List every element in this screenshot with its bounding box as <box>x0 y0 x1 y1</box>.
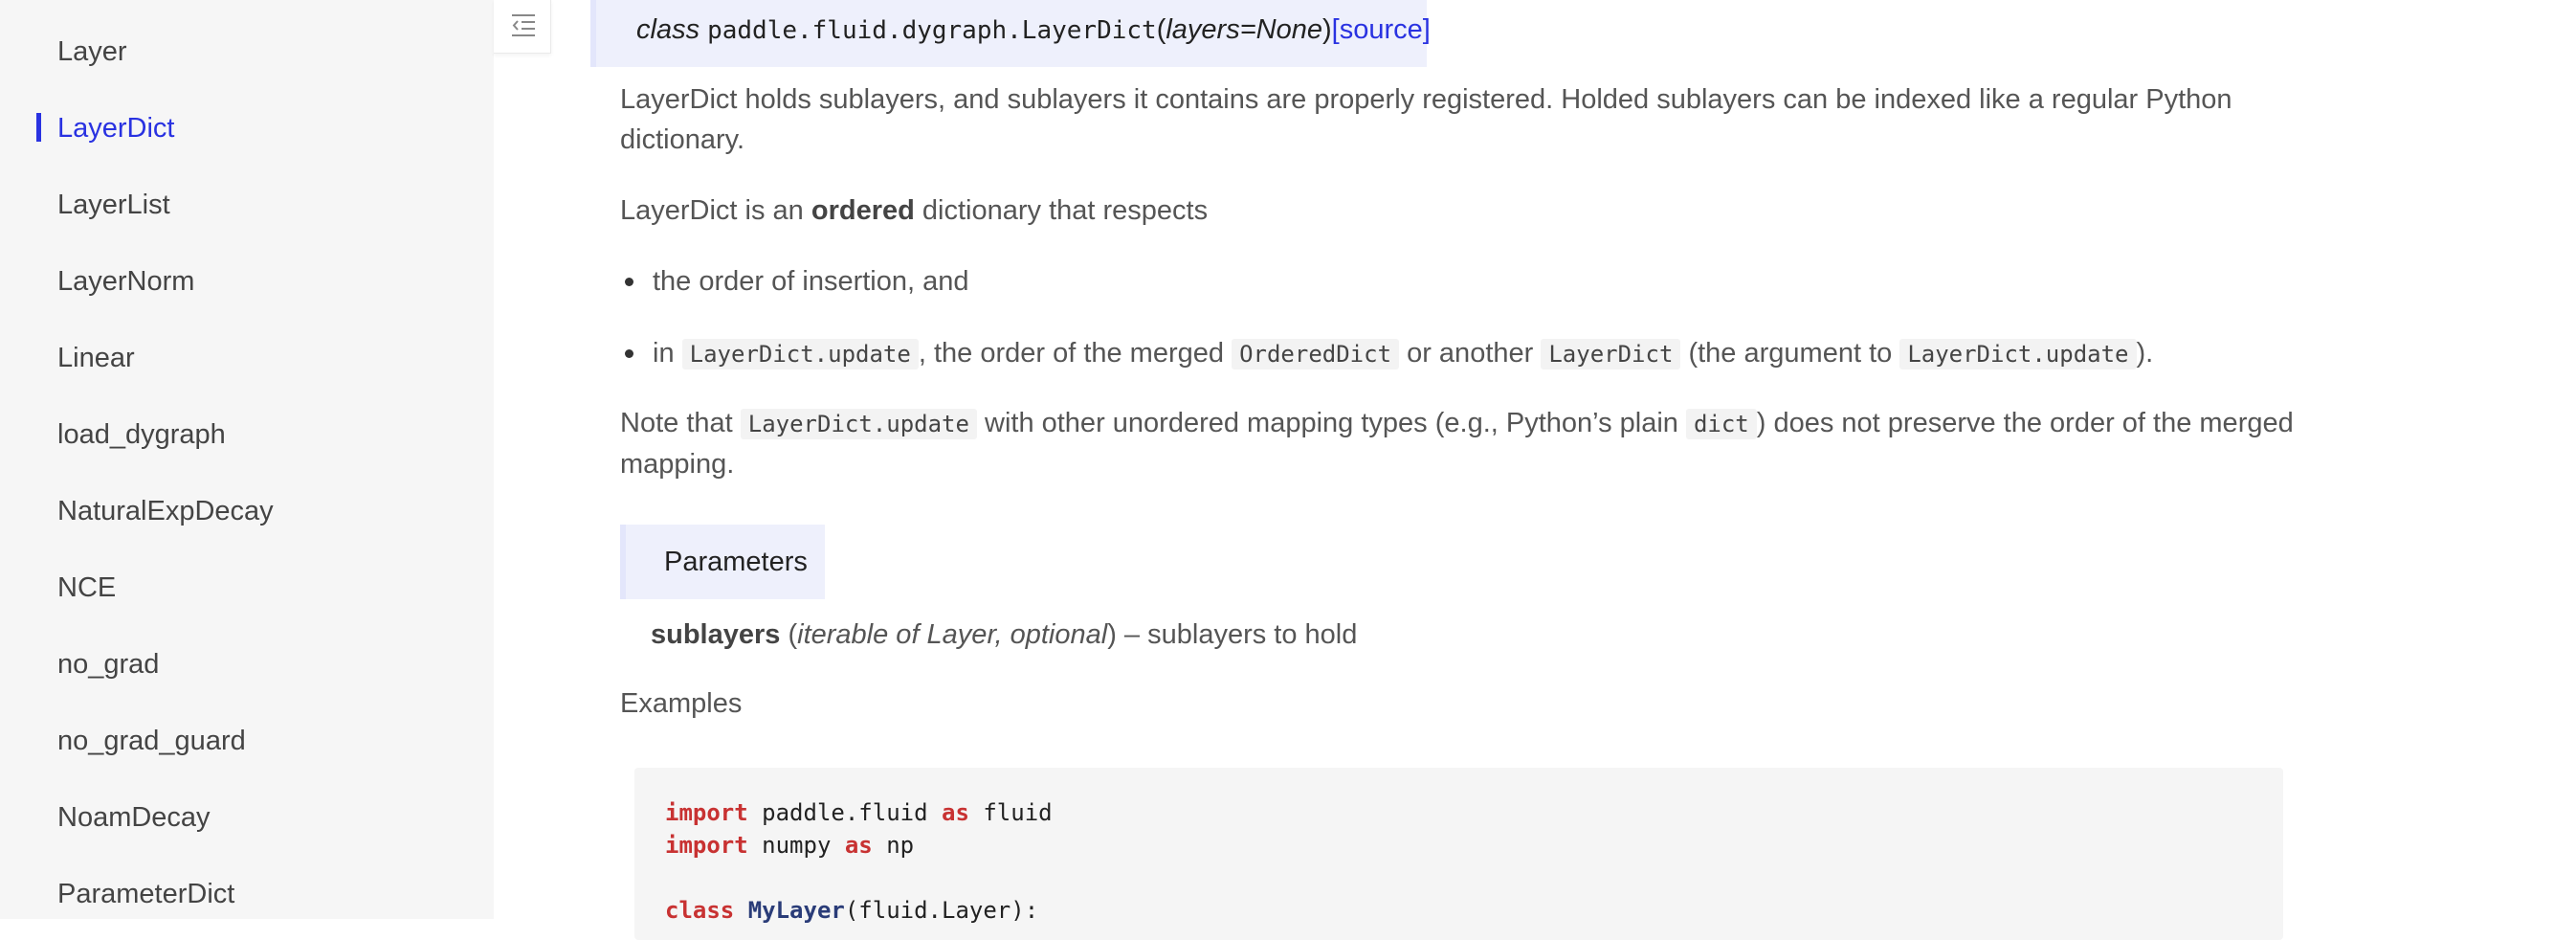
ordered-text-post: dictionary that respects <box>914 195 1209 226</box>
code-text: fluid <box>968 799 1053 826</box>
sidebar-item-layerdict[interactable]: LayerDict <box>57 109 175 147</box>
ordered-bold: ordered <box>811 195 915 226</box>
sidebar-item-load-dygraph[interactable]: load_dygraph <box>57 415 226 454</box>
class-signature: class paddle.fluid.dygraph.LayerDict(laye… <box>590 0 1431 67</box>
parameter-entry: sublayers (iterable of Layer, optional) … <box>651 619 1358 650</box>
code-line: class MyLayer(fluid.Layer): <box>665 894 2283 927</box>
sidebar-item-noamdecay[interactable]: NoamDecay <box>57 798 211 837</box>
list-item: in LayerDict.update, the order of the me… <box>620 333 2438 374</box>
inline-code: LayerDict.update <box>740 409 977 439</box>
code-keyword: as <box>844 832 873 859</box>
main-content: class paddle.fluid.dygraph.LayerDict(laye… <box>551 0 2576 940</box>
code-text: np <box>872 832 915 859</box>
code-keyword: as <box>942 799 969 826</box>
list-item: the order of insertion, and <box>620 261 2438 302</box>
note-text: with other unordered mapping types (e.g.… <box>976 408 1686 438</box>
code-class-name: MyLayer <box>747 897 845 924</box>
parameter-description: – sublayers to hold <box>1116 619 1358 650</box>
sidebar-item-parameterdict[interactable]: ParameterDict <box>57 875 234 913</box>
signature-close-paren: ) <box>1321 14 1332 45</box>
ordered-text-pre: LayerDict is an <box>620 195 811 226</box>
source-link[interactable]: [source] <box>1332 14 1431 45</box>
code-text: paddle.fluid <box>747 799 942 826</box>
examples-label: Examples <box>620 688 743 719</box>
sidebar-item-layernorm[interactable]: LayerNorm <box>57 262 194 301</box>
parameter-name: sublayers <box>651 619 781 650</box>
parameter-type: iterable of Layer, optional <box>797 619 1108 650</box>
sidebar-item-no-grad[interactable]: no_grad <box>57 645 159 683</box>
signature-class-keyword: class <box>636 14 700 45</box>
sidebar-item-no-grad-guard[interactable]: no_grad_guard <box>57 722 246 760</box>
description-paragraph: LayerDict holds sublayers, and sublayers… <box>620 84 2232 155</box>
bullet-text: , the order of the merged <box>918 338 1232 369</box>
sidebar-item-layer[interactable]: Layer <box>57 33 127 71</box>
inline-code: LayerDict <box>1541 339 1681 369</box>
code-keyword: class <box>665 897 735 924</box>
inline-code: OrderedDict <box>1232 339 1400 369</box>
note-paragraph: Note that LayerDict.update with other un… <box>620 403 2343 484</box>
ordered-paragraph: LayerDict is an ordered dictionary that … <box>620 190 2343 231</box>
inline-code: LayerDict.update <box>1899 339 2137 369</box>
sidebar-item-layerlist[interactable]: LayerList <box>57 186 170 224</box>
bullet-text: (the argument to <box>1680 338 1900 369</box>
code-text: numpy <box>747 832 845 859</box>
code-text: (fluid.Layer): <box>844 897 1039 924</box>
bullet-text: in <box>653 338 682 369</box>
sidebar-item-linear[interactable]: Linear <box>57 339 135 377</box>
inline-code: LayerDict.update <box>681 339 919 369</box>
toc-toggle-button[interactable] <box>494 0 551 54</box>
parameters-heading: Parameters <box>620 525 825 599</box>
signature-name: paddle.fluid.dygraph.LayerDict <box>707 16 1157 45</box>
menu-collapse-icon <box>512 14 535 36</box>
code-line: import numpy as np <box>665 829 2283 862</box>
sidebar-item-naturalexpdecay[interactable]: NaturalExpDecay <box>57 492 274 530</box>
code-keyword: import <box>665 799 748 826</box>
signature-open-paren: ( <box>1156 14 1166 45</box>
sidebar-active-indicator <box>36 113 41 142</box>
note-text: Note that <box>620 408 741 438</box>
inline-code: dict <box>1685 409 1757 439</box>
bullet-text: the order of insertion, and <box>653 266 969 297</box>
code-keyword: import <box>665 832 748 859</box>
code-example: import paddle.fluid as fluid import numpy… <box>634 768 2283 940</box>
sidebar-nav: Layer LayerDict LayerList LayerNorm Line… <box>0 0 494 919</box>
bullet-text: ). <box>2136 338 2154 369</box>
sidebar-item-nce[interactable]: NCE <box>57 569 116 607</box>
bullet-text: or another <box>1399 338 1542 369</box>
code-line: import paddle.fluid as fluid <box>665 796 2283 829</box>
signature-param: layers=None <box>1166 14 1322 45</box>
